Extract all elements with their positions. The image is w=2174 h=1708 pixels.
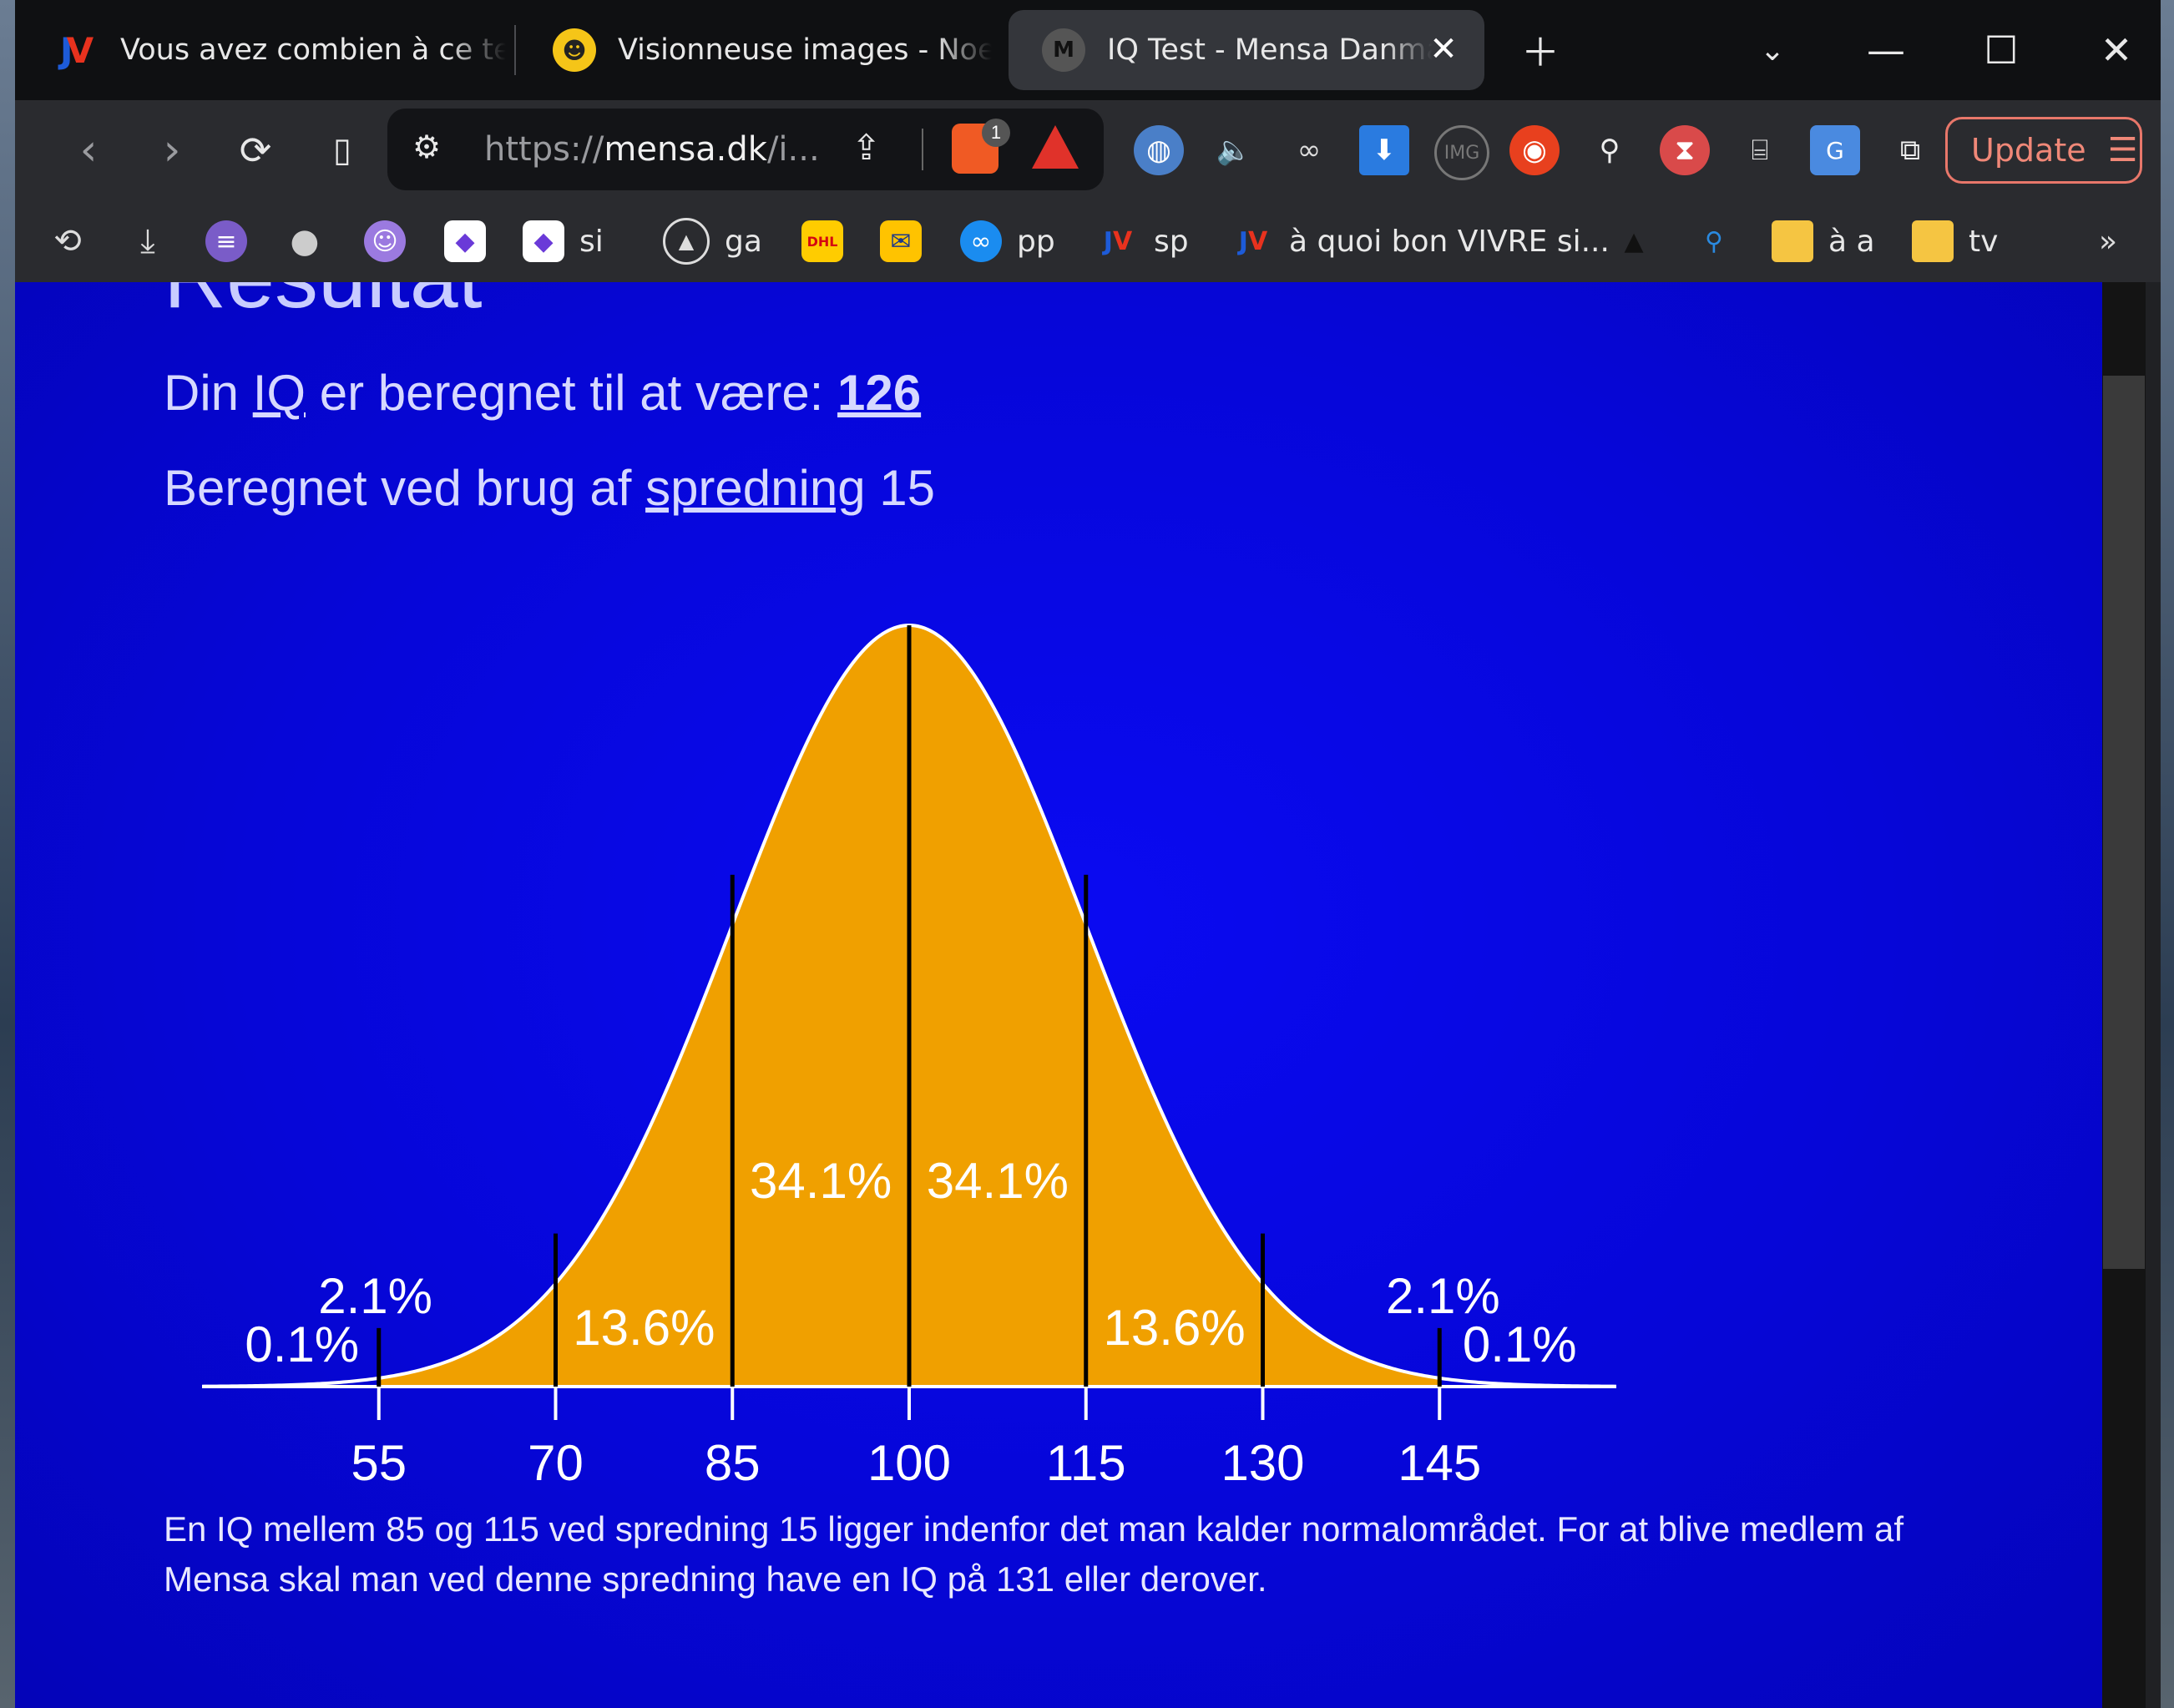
bookmark-label: sp [1154, 224, 1189, 259]
jv-icon: JV [59, 29, 94, 71]
dark-triangle-icon[interactable]: ▲ [1613, 212, 1670, 270]
scrollbar-thumb[interactable] [2103, 376, 2145, 1269]
vpn-globe-icon[interactable]: ◍ [1134, 125, 1184, 175]
x-tick-label: 130 [1221, 1435, 1304, 1491]
new-tab-icon[interactable]: ＋ [1511, 21, 1570, 79]
segment-percent-label: 2.1% [318, 1268, 432, 1324]
close-tab-icon[interactable]: ✕ [1423, 28, 1464, 70]
bookmark-list-icon[interactable]: ≡ [205, 212, 262, 270]
tab-mensa[interactable]: M IQ Test - Mensa Danmark ✕ [1009, 10, 1484, 90]
share-icon[interactable]: ⇪ [852, 127, 881, 168]
x-tick-label: 100 [867, 1435, 951, 1491]
bookmark-sp[interactable]: J V sp [1097, 212, 1189, 270]
bookmark-label: pp [1017, 224, 1055, 259]
segment-percent-label: 34.1% [927, 1153, 1069, 1209]
segment-percent-label: 0.1% [245, 1316, 359, 1372]
reddit-icon[interactable]: ◉ [1509, 125, 1560, 175]
tab-title: IQ Test - Mensa Danmark [1107, 33, 1433, 67]
x-tick-label: 115 [1046, 1435, 1126, 1491]
shields-count-badge: 1 [982, 119, 1010, 147]
bookmark-label: à a [1828, 224, 1875, 259]
tab-title: Vous avez combien à ce test [120, 33, 506, 67]
divider [922, 129, 923, 170]
bookmark-folder-a-a[interactable]: à a [1772, 212, 1875, 270]
bookmarks-bar: ⟲ ⤓ ≡ ● ☺ ◆ ◆ si ▲ ga DHL ✉ ∞ pp J V sp JV à q… [15, 200, 2161, 282]
bookmark-label: tv [1969, 224, 1999, 259]
tab-bar: JV Vous avez combien à ce test ☻ Visionn… [15, 0, 2161, 100]
url-text[interactable]: https://mensa.dk/i... [484, 130, 820, 169]
address-bar[interactable]: ⚙ https://mensa.dk/i... ⇪ 1 [387, 109, 1104, 190]
tab-title: Visionneuse images - Noelshack [618, 33, 992, 67]
segment-percent-label: 34.1% [750, 1153, 892, 1209]
explanation-text: En IQ mellem 85 og 115 ved spredning 15 … [164, 1509, 1904, 1599]
window-close-icon[interactable]: ✕ [2087, 21, 2146, 79]
download-arrow-icon[interactable]: ⬇ [1359, 125, 1409, 175]
downloads-icon[interactable]: ⤓ [127, 212, 184, 270]
segment-percent-label: 2.1% [1386, 1268, 1500, 1324]
apple-icon[interactable]: ● [284, 212, 341, 270]
forward-icon[interactable]: › [142, 120, 202, 180]
bookmark-folder-tv[interactable]: tv [1912, 212, 1998, 270]
menu-icon[interactable]: ☰ [2108, 131, 2138, 169]
history-icon[interactable]: ⟲ [47, 212, 104, 270]
more-bookmarks-icon[interactable]: » [2099, 212, 2117, 270]
no-image-icon[interactable]: IMG [1434, 125, 1489, 180]
bookmark-label: ga [725, 224, 762, 259]
diamond-icon: ◆ [523, 220, 564, 262]
mensa-icon: M [1042, 28, 1085, 72]
avatar-bookmark-icon[interactable]: ☺ [364, 212, 421, 270]
bookmark-vivre[interactable]: JV à quoi bon VIVRE si... [1232, 212, 1610, 270]
bookmark-pp[interactable]: ∞ pp [960, 212, 1055, 270]
archive-icon[interactable]: ⌸ [1735, 125, 1785, 175]
reload-icon[interactable]: ⟳ [225, 120, 286, 180]
update-label: Update [1971, 132, 2086, 169]
bookmark-label: si [579, 224, 604, 259]
extensions-icon[interactable]: ⧉ [1885, 125, 1935, 175]
noelshack-icon: ☻ [553, 28, 596, 72]
x-tick-label: 85 [705, 1435, 761, 1491]
link-icon: ∞ [960, 220, 1002, 262]
spy-glasses-icon[interactable]: ∞ [1284, 125, 1334, 175]
hourglass-icon[interactable]: ⧗ [1660, 125, 1710, 175]
jv-icon: JV [1238, 226, 1268, 256]
bookmark-si[interactable]: ◆ si [523, 212, 604, 270]
segment-percent-label: 0.1% [1463, 1316, 1577, 1372]
tab-noelshack[interactable]: ☻ Visionneuse images - Noelshack [519, 10, 992, 90]
bookmark-ga[interactable]: ▲ ga [663, 212, 762, 270]
segment-percent-label: 13.6% [1104, 1300, 1246, 1356]
back-icon[interactable]: ‹ [58, 120, 119, 180]
iq-distribution-chart: 55 70 85 100 115 130 1450.1%2.1%13.6%34.1% 34.1… [201, 623, 1617, 1491]
mountain-icon: ▲ [663, 218, 710, 265]
update-button[interactable]: Update ☰ [1945, 117, 2142, 184]
page-content: Resultat Din IQ er beregnet til at være:… [15, 282, 2117, 1708]
jv-icon: JV [1103, 226, 1133, 256]
x-tick-label: 70 [528, 1435, 584, 1491]
bookmark-label: à quoi bon VIVRE si... [1289, 224, 1610, 259]
magnifier-icon[interactable]: ⚲ [1585, 125, 1635, 175]
folder-icon [1912, 220, 1954, 262]
tab-jv[interactable]: JV Vous avez combien à ce test [22, 10, 506, 90]
minimize-icon[interactable]: — [1857, 21, 1915, 79]
brave-rewards-icon[interactable] [1032, 125, 1079, 169]
segment-percent-label: 13.6% [573, 1300, 715, 1356]
translate-icon[interactable]: G [1810, 125, 1860, 175]
maximize-icon[interactable]: ☐ [1972, 21, 2030, 79]
tab-separator [514, 25, 516, 75]
bookmark-icon[interactable]: ▯ [312, 120, 372, 180]
folder-icon [1772, 220, 1813, 262]
la-poste-icon[interactable]: ✉ [880, 212, 937, 270]
diamond-bookmark-icon[interactable]: ◆ [444, 212, 501, 270]
dhl-icon[interactable]: DHL [801, 212, 858, 270]
search-bookmark-icon[interactable]: ⚲ [1693, 212, 1750, 270]
x-tick-label: 55 [351, 1435, 407, 1491]
x-tick-label: 145 [1398, 1435, 1481, 1491]
tab-list-chevron-icon[interactable]: ⌄ [1743, 21, 1802, 79]
mute-icon[interactable]: 🔈 [1209, 125, 1259, 175]
site-settings-icon[interactable]: ⚙ [412, 129, 441, 166]
